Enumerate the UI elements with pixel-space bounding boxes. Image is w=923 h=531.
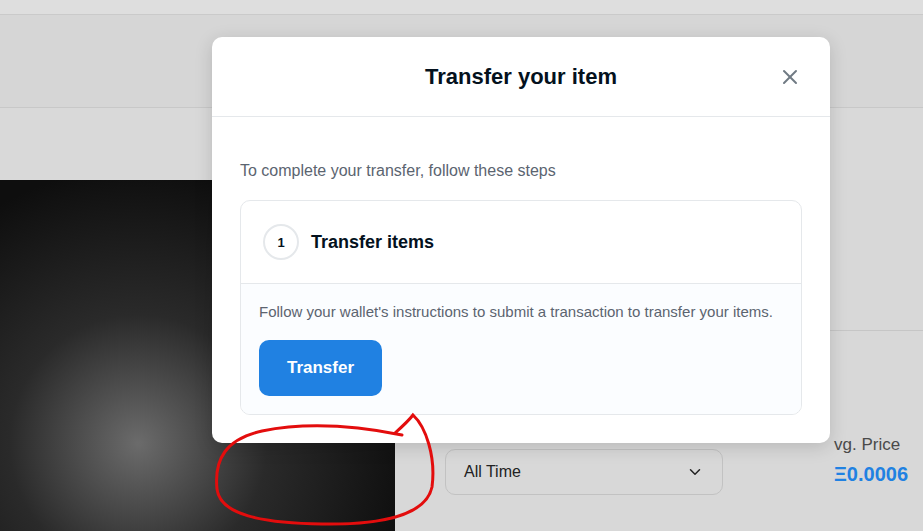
period-select-value: All Time — [464, 463, 521, 481]
transfer-button[interactable]: Transfer — [259, 340, 382, 396]
step-body: Follow your wallet's instructions to sub… — [241, 284, 801, 414]
step-description: Follow your wallet's instructions to sub… — [259, 300, 773, 324]
top-strip — [0, 0, 923, 15]
red-circle-annotation-icon — [212, 397, 452, 531]
modal-intro: To complete your transfer, follow these … — [240, 161, 802, 180]
stat-value: Ξ0.0006 — [834, 463, 908, 486]
avg-price-stat: vg. Price Ξ0.0006 — [834, 435, 908, 486]
step-number: 1 — [263, 224, 299, 260]
page: All Timevg. PriceΞ0.0006Transfer your it… — [0, 0, 923, 531]
modal-body: To complete your transfer, follow these … — [212, 117, 830, 443]
close-button[interactable] — [778, 65, 802, 89]
close-icon — [778, 65, 802, 89]
modal-title: Transfer your item — [425, 64, 617, 90]
chevron-down-icon — [686, 463, 704, 481]
stat-label: vg. Price — [834, 435, 908, 455]
step-header[interactable]: 1 Transfer items — [241, 201, 801, 284]
step-card: 1 Transfer items Follow your wallet's inst… — [240, 200, 802, 415]
period-select[interactable]: All Time — [445, 449, 723, 495]
modal-header: Transfer your item — [212, 37, 830, 117]
step-title: Transfer items — [311, 232, 434, 253]
transfer-modal: Transfer your item To complete your trans… — [212, 37, 830, 443]
